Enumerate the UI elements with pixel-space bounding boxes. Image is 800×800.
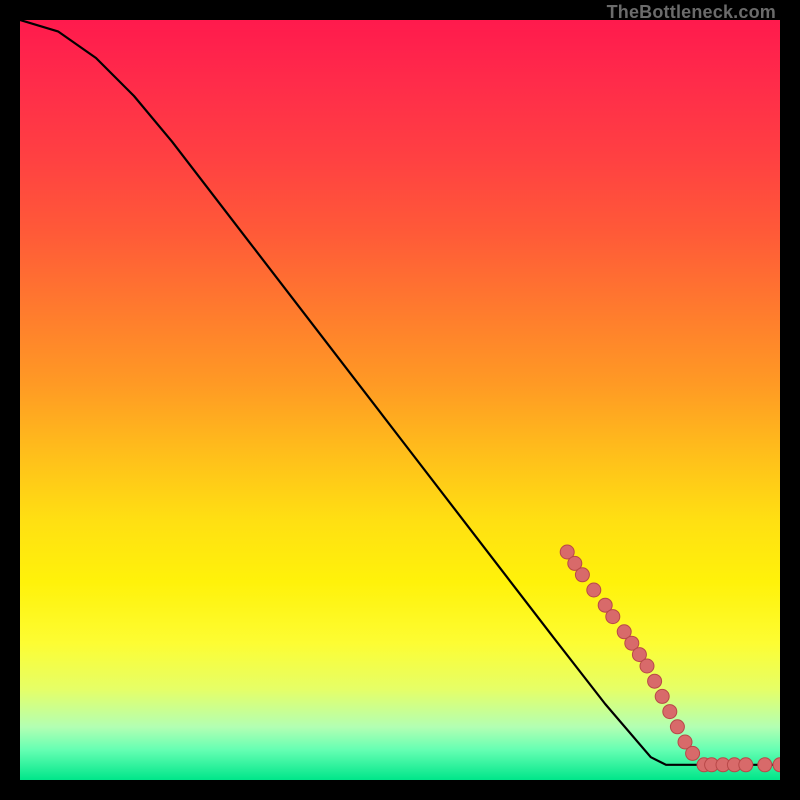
data-point xyxy=(663,705,677,719)
data-point xyxy=(655,689,669,703)
data-point xyxy=(686,746,700,760)
chart-frame: TheBottleneck.com xyxy=(20,20,780,780)
bottleneck-curve xyxy=(20,20,780,765)
data-point xyxy=(575,568,589,582)
data-point xyxy=(758,758,772,772)
data-point xyxy=(587,583,601,597)
data-point xyxy=(670,720,684,734)
data-point xyxy=(606,610,620,624)
data-point xyxy=(640,659,654,673)
data-point xyxy=(648,674,662,688)
data-point xyxy=(773,758,780,772)
data-point xyxy=(739,758,753,772)
highlighted-points-group xyxy=(560,545,780,772)
chart-overlay xyxy=(20,20,780,780)
